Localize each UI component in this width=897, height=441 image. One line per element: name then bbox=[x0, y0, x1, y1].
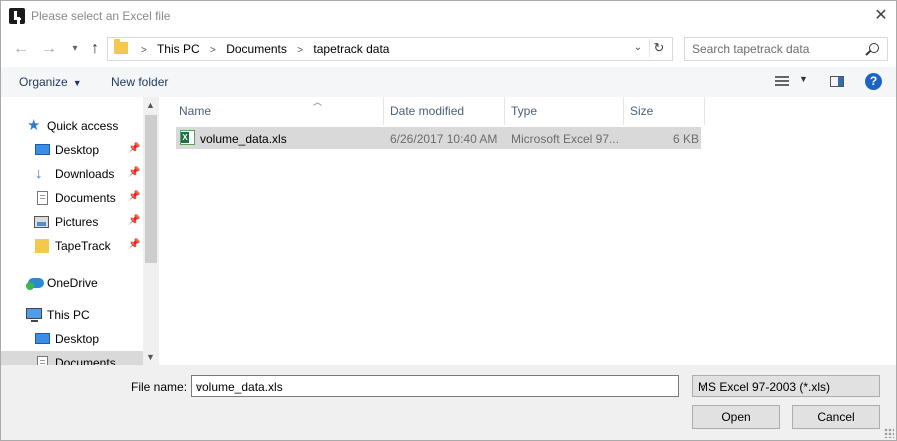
breadcrumb: > This PC > Documents > tapetrack data bbox=[134, 42, 389, 56]
close-icon[interactable]: ✕ bbox=[872, 7, 890, 25]
scroll-down-icon[interactable]: ▼ bbox=[146, 352, 155, 362]
search-placeholder: Search tapetrack data bbox=[692, 42, 810, 56]
column-header-size[interactable]: Size bbox=[624, 97, 705, 125]
nav-item-label: Documents bbox=[55, 191, 116, 205]
nav-item-label: Quick access bbox=[47, 119, 119, 133]
pin-icon: 📌 bbox=[128, 143, 141, 154]
nav-item-this-pc[interactable]: This PC bbox=[1, 303, 143, 327]
navigation-bar: ← → ▾ ↑ > This PC > Documents > tapetrac… bbox=[1, 35, 896, 63]
document-icon bbox=[37, 356, 48, 365]
download-arrow-icon: ↓ bbox=[35, 165, 43, 182]
pictures-icon bbox=[34, 216, 49, 228]
nav-item-documents[interactable]: Documents bbox=[1, 351, 143, 365]
scroll-up-icon[interactable]: ▲ bbox=[146, 100, 155, 110]
navigation-pane: ★ Quick access Desktop 📌 ↓ Downloads 📌 D… bbox=[1, 97, 159, 365]
column-header-label: Type bbox=[511, 104, 538, 118]
column-header-type[interactable]: Type bbox=[505, 97, 624, 125]
dialog-footer: File name: volume_data.xls ⌄ MS Excel 97… bbox=[1, 365, 896, 440]
new-folder-button[interactable]: New folder bbox=[111, 75, 168, 89]
breadcrumb-separator: > bbox=[297, 45, 304, 56]
breadcrumb-separator: > bbox=[141, 45, 147, 56]
breadcrumb-tapetrack-data[interactable]: tapetrack data bbox=[313, 42, 389, 56]
pin-icon: 📌 bbox=[128, 239, 141, 250]
file-name-label: File name: bbox=[131, 380, 188, 394]
file-name-input[interactable]: volume_data.xls ⌄ bbox=[191, 375, 679, 397]
type-cell: Microsoft Excel 97... bbox=[511, 132, 620, 146]
size-cell: 6 KB bbox=[673, 132, 700, 146]
chevron-down-icon: ▼ bbox=[72, 78, 82, 88]
search-icon[interactable] bbox=[869, 43, 879, 53]
nav-item-label: Desktop bbox=[55, 332, 100, 346]
document-icon bbox=[37, 191, 48, 205]
nav-item-label: TapeTrack bbox=[55, 239, 111, 253]
file-name-cell: volume_data.xls bbox=[200, 132, 287, 146]
refresh-icon[interactable]: ↻ bbox=[649, 39, 668, 57]
chevron-down-icon[interactable]: ⌄ bbox=[698, 379, 874, 390]
computer-icon bbox=[26, 308, 42, 322]
desktop-icon bbox=[35, 144, 50, 155]
excel-file-icon bbox=[180, 130, 195, 145]
address-bar[interactable]: > This PC > Documents > tapetrack data ⌄… bbox=[107, 37, 673, 61]
folder-icon bbox=[114, 39, 128, 54]
column-header-label: Name bbox=[179, 104, 212, 118]
cloud-icon bbox=[26, 278, 44, 290]
nav-item-documents[interactable]: Documents 📌 bbox=[1, 186, 143, 210]
pin-icon: 📌 bbox=[128, 215, 141, 226]
pin-icon: 📌 bbox=[128, 191, 141, 202]
recent-locations-chevron-icon[interactable]: ▾ bbox=[65, 39, 85, 59]
scrollbar-thumb[interactable] bbox=[145, 115, 157, 263]
chevron-down-icon[interactable]: ⌄ bbox=[196, 379, 674, 390]
breadcrumb-separator: > bbox=[210, 45, 216, 56]
help-icon[interactable]: ? bbox=[865, 73, 882, 90]
pin-icon: 📌 bbox=[128, 167, 141, 178]
file-open-dialog: Please select an Excel file ✕ ← → ▾ ↑ > … bbox=[0, 0, 897, 441]
nav-item-label: OneDrive bbox=[47, 276, 98, 290]
title-bar: Please select an Excel file ✕ bbox=[1, 1, 896, 31]
forward-arrow-icon[interactable]: → bbox=[39, 39, 59, 59]
desktop-icon bbox=[35, 333, 50, 344]
open-button[interactable]: Open bbox=[692, 405, 780, 429]
nav-item-quick-access[interactable]: ★ Quick access bbox=[1, 114, 143, 138]
nav-item-label: This PC bbox=[47, 308, 90, 322]
nav-item-desktop[interactable]: Desktop bbox=[1, 327, 143, 351]
organize-label: Organize bbox=[19, 75, 68, 89]
column-header-label: Date modified bbox=[390, 104, 465, 118]
view-options-icon[interactable] bbox=[775, 76, 789, 87]
date-modified-cell: 6/26/2017 10:40 AM bbox=[390, 132, 498, 146]
command-toolbar: Organize ▼ New folder ▼ ? bbox=[1, 67, 896, 97]
column-header-name[interactable]: Name ︿ bbox=[173, 97, 384, 125]
breadcrumb-this-pc[interactable]: This PC bbox=[157, 42, 200, 56]
nav-item-onedrive[interactable]: OneDrive bbox=[1, 271, 143, 295]
resize-grip-icon[interactable] bbox=[884, 428, 894, 438]
nav-item-desktop[interactable]: Desktop 📌 bbox=[1, 138, 143, 162]
chevron-down-icon[interactable]: ▼ bbox=[799, 74, 808, 84]
search-input[interactable]: Search tapetrack data bbox=[684, 37, 888, 61]
organize-button[interactable]: Organize ▼ bbox=[19, 75, 82, 89]
up-arrow-icon[interactable]: ↑ bbox=[85, 39, 105, 59]
app-logo-icon bbox=[9, 8, 25, 24]
column-header-label: Size bbox=[630, 104, 654, 118]
cancel-button[interactable]: Cancel bbox=[792, 405, 880, 429]
nav-item-label: Downloads bbox=[55, 167, 115, 181]
nav-item-label: Pictures bbox=[55, 215, 99, 229]
sort-ascending-icon: ︿ bbox=[313, 97, 323, 107]
nav-pane-scrollbar[interactable]: ▲ ▼ bbox=[143, 97, 159, 365]
window-title: Please select an Excel file bbox=[31, 9, 171, 23]
nav-item-label: Documents bbox=[55, 356, 116, 365]
table-row[interactable]: volume_data.xls 6/26/2017 10:40 AM Micro… bbox=[176, 127, 701, 149]
folder-icon bbox=[35, 239, 49, 253]
nav-item-pictures[interactable]: Pictures 📌 bbox=[1, 210, 143, 234]
file-list: Name ︿ Date modified Type Size volume_da… bbox=[159, 97, 896, 365]
star-icon: ★ bbox=[27, 117, 41, 134]
file-type-select[interactable]: MS Excel 97-2003 (*.xls) ⌄ bbox=[692, 375, 880, 397]
breadcrumb-documents[interactable]: Documents bbox=[226, 42, 287, 56]
preview-pane-icon[interactable] bbox=[830, 76, 844, 87]
back-arrow-icon[interactable]: ← bbox=[11, 39, 31, 59]
column-header-date-modified[interactable]: Date modified bbox=[384, 97, 505, 125]
chevron-down-icon[interactable]: ⌄ bbox=[630, 40, 646, 56]
nav-item-tapetrack[interactable]: TapeTrack 📌 bbox=[1, 234, 143, 258]
nav-item-label: Desktop bbox=[55, 143, 100, 157]
nav-item-downloads[interactable]: ↓ Downloads 📌 bbox=[1, 162, 143, 186]
